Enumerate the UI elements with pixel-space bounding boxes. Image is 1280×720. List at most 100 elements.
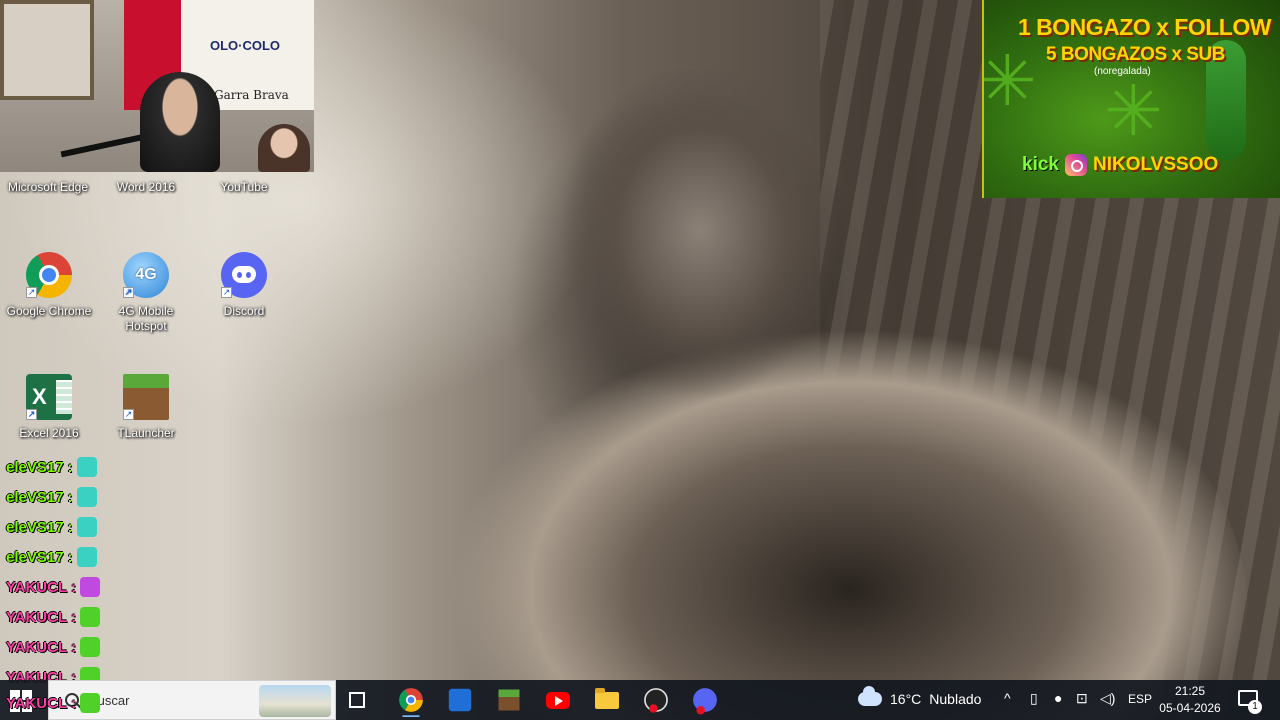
desktop-icon-label: 4G Mobile Hotspot [118, 304, 174, 333]
desktop-icon-tlauncher[interactable]: ↗ TLauncher [98, 374, 194, 441]
desktop-icon-excel[interactable]: X ↗ Excel 2016 [1, 374, 97, 441]
minecraft-icon[interactable] [498, 689, 520, 711]
webcam-mirror [0, 0, 94, 100]
shortcut-arrow-icon: ↗ [26, 409, 37, 420]
desktop-icon-edge[interactable]: Microsoft Edge [0, 180, 96, 195]
weather-temp: 16°C [890, 691, 922, 707]
desktop-icon-word[interactable]: Word 2016 [98, 180, 194, 195]
desktop-icon-label: Excel 2016 [19, 426, 79, 440]
chat-separator: : [67, 518, 73, 536]
chat-separator: : [67, 548, 73, 566]
desktop-icon-4g-hotspot[interactable]: 4G ↗ 4G Mobile Hotspot [98, 252, 194, 334]
youtube-icon[interactable] [544, 686, 572, 714]
webcam-banner-text2: Garra Brava [214, 88, 289, 102]
excel-icon: X ↗ [26, 374, 72, 420]
emote-icon [80, 693, 101, 713]
clock-time: 21:25 [1174, 684, 1206, 698]
desktop-icon-label: Discord [223, 304, 265, 318]
kick-label: kick [1022, 154, 1059, 175]
usb-icon[interactable]: ▯ [1030, 690, 1038, 707]
discord-icon[interactable] [693, 688, 717, 715]
search-highlight-image [259, 685, 331, 717]
chat-username: YAKUCL [6, 694, 68, 712]
taskbar: Buscar 16°C Nublado ^ ▯ ● ⊡ ◁) ESP 21:25… [0, 680, 1280, 720]
obs-icon[interactable] [644, 688, 668, 713]
network-icon[interactable]: ⊡ [1076, 690, 1088, 707]
volume-icon[interactable]: ◁) [1100, 690, 1115, 707]
chat-message: eleVS17 : [6, 512, 97, 542]
chat-message: eleVS17 : [6, 452, 97, 482]
taskbar-clock[interactable]: 21:25 05-04-2026 [1154, 683, 1226, 717]
desktop-icon-label: YouTube [220, 180, 268, 194]
promo-line-2: 5 BONGAZOS x SUB [1046, 44, 1225, 65]
shortcut-arrow-icon: ↗ [123, 287, 134, 298]
wallpaper-person [520, 70, 880, 720]
desktop-icon-label: TLauncher [117, 426, 175, 440]
cloud-icon [858, 686, 882, 706]
shortcut-arrow-icon: ↗ [123, 409, 134, 420]
promo-banner: ✳ ✳ 1 BONGAZO x FOLLOW 5 BONGAZOS x SUB … [982, 0, 1280, 198]
chat-message: YAKUCL : [6, 572, 101, 602]
chat-message: YAKUCL : [6, 602, 101, 632]
discord-icon: ↗ [221, 252, 267, 298]
desktop-icon-label: Microsoft Edge [7, 180, 89, 194]
leaf-icon: ✳ [1104, 72, 1163, 150]
promo-handle: NIKOLVSSOO [1092, 154, 1219, 175]
shortcut-arrow-icon: ↗ [221, 287, 232, 298]
store-icon[interactable] [448, 688, 472, 712]
weather-condition: Nublado [929, 691, 982, 707]
chat-separator: : [71, 694, 77, 712]
desktop-icon-label: Google Chrome [6, 304, 92, 318]
chrome-icon: ↗ [26, 252, 72, 298]
chat-message: eleVS17 : [6, 482, 97, 512]
chat-separator: : [71, 578, 77, 596]
promo-social: kick NIKOLVSSOO [1022, 154, 1218, 176]
instagram-icon [1064, 154, 1087, 176]
chat-message: YAKUCL : [6, 688, 101, 718]
desktop-icon-chrome[interactable]: ↗ Google Chrome [1, 252, 97, 319]
promo-line-1: 1 BONGAZO x FOLLOW [1018, 14, 1271, 40]
chat-separator: : [71, 638, 77, 656]
chat-separator: : [67, 488, 73, 506]
hotspot-glyph: 4G [135, 266, 157, 283]
clock-date: 05-04-2026 [1159, 701, 1221, 715]
streamer [140, 72, 220, 172]
webcam-banner-text: OLO·COLO [210, 38, 281, 53]
chat-username: eleVS17 [6, 488, 64, 506]
desktop-icon-youtube[interactable]: YouTube [196, 180, 292, 195]
file-explorer-icon[interactable] [593, 686, 621, 714]
chrome-icon[interactable] [399, 688, 423, 718]
desktop-icon-discord[interactable]: ↗ Discord [196, 252, 292, 319]
show-hidden-icons-chevron[interactable]: ^ [1004, 690, 1011, 706]
emote-icon [76, 547, 97, 567]
desktop-icon-label: Word 2016 [116, 180, 176, 194]
chat-username: YAKUCL [6, 578, 68, 596]
leaf-icon: ✳ [982, 42, 1037, 120]
tlauncher-icon: ↗ [123, 374, 169, 420]
emote-icon [80, 577, 101, 597]
emote-icon [80, 607, 101, 627]
weather-widget[interactable]: 16°C Nublado [858, 686, 982, 707]
shortcut-arrow-icon: ↗ [26, 287, 37, 298]
chat-username: eleVS17 [6, 518, 64, 536]
hotspot-icon: 4G ↗ [123, 252, 169, 298]
emote-icon [76, 517, 97, 537]
emote-icon [76, 487, 97, 507]
webcam-overlay: OLO·COLO Garra Brava [0, 0, 314, 172]
chat-separator: : [71, 608, 77, 626]
task-view-icon[interactable] [345, 686, 373, 714]
emote-icon [80, 637, 101, 657]
notification-count-badge: 1 [1248, 700, 1262, 714]
chat-username: eleVS17 [6, 458, 64, 476]
microphone-icon[interactable]: ● [1054, 690, 1062, 706]
promo-line-3: (noregalada) [1094, 66, 1151, 77]
language-indicator[interactable]: ESP [1128, 692, 1152, 706]
chat-username: YAKUCL [6, 608, 68, 626]
chat-message: eleVS17 : [6, 542, 97, 572]
chat-separator: : [67, 458, 73, 476]
chat-username: eleVS17 [6, 548, 64, 566]
chat-message: YAKUCL : [6, 632, 101, 662]
chat-username: YAKUCL [6, 638, 68, 656]
guest [258, 124, 310, 172]
emote-icon [76, 457, 97, 477]
